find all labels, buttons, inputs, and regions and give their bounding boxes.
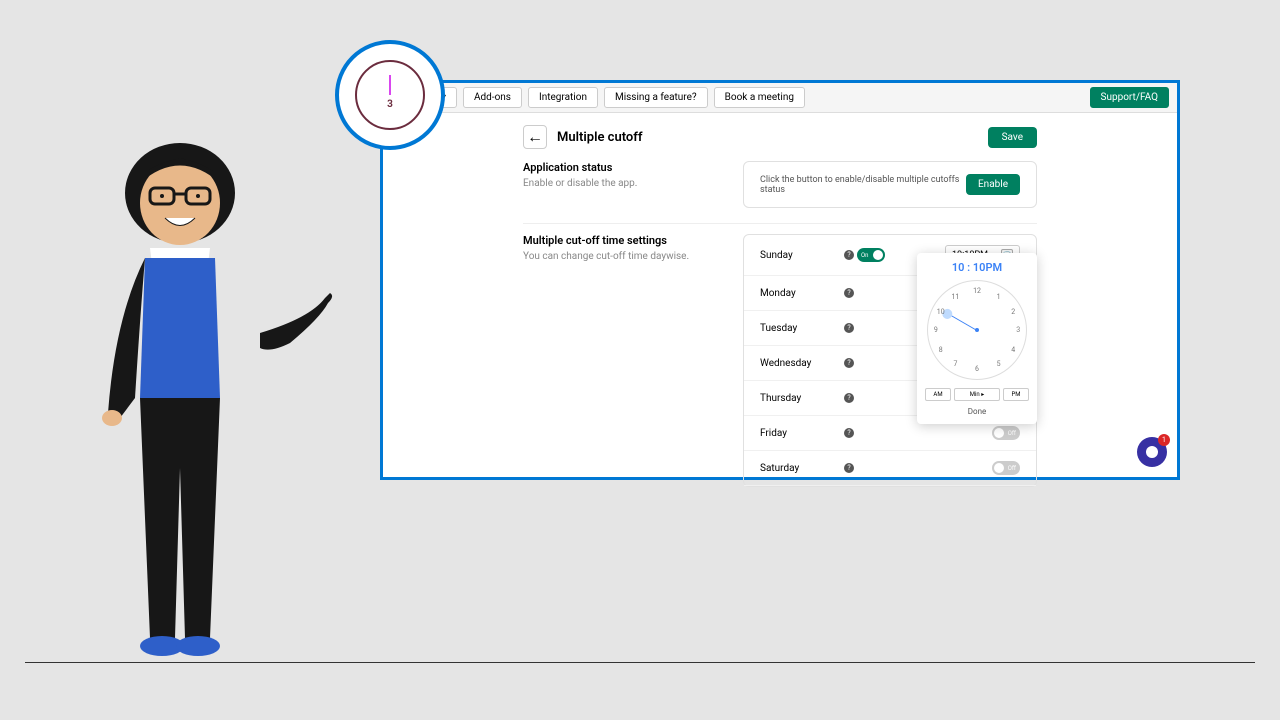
divider (523, 223, 1037, 224)
help-icon[interactable]: ? (844, 358, 854, 368)
day-name: Wednesday (760, 358, 840, 369)
day-toggle[interactable]: On (857, 248, 885, 262)
help-icon[interactable]: ? (844, 393, 854, 403)
help-icon[interactable]: ? (844, 463, 854, 473)
status-desc: Enable or disable the app. (523, 178, 703, 189)
day-name: Monday (760, 288, 840, 299)
help-icon[interactable]: ? (844, 288, 854, 298)
picker-time-display: 10 : 10PM (925, 261, 1029, 274)
status-card: Click the button to enable/disable multi… (743, 161, 1037, 208)
min-button[interactable]: Min ▸ (954, 388, 1000, 401)
chat-badge: 1 (1158, 434, 1170, 446)
character-illustration (90, 118, 350, 668)
day-name: Sunday (760, 250, 840, 261)
help-icon[interactable]: ? (844, 428, 854, 438)
support-button[interactable]: Support/FAQ (1090, 87, 1169, 108)
time-picker-popup: 10 : 10PM 121234567891011 AMMin ▸PM Done (917, 253, 1037, 424)
chat-widget[interactable]: 1 (1137, 437, 1167, 467)
save-button[interactable]: Save (988, 127, 1037, 148)
day-toggle[interactable]: Off (992, 461, 1020, 475)
day-name: Tuesday (760, 323, 840, 334)
app-window: Settings ▾ Add-ons Integration Missing a… (380, 80, 1180, 480)
stopwatch-icon: 3 (335, 40, 445, 150)
topbar: Settings ▾ Add-ons Integration Missing a… (383, 83, 1177, 113)
page-header: ← Multiple cutoff Save (383, 113, 1177, 161)
am-button[interactable]: AM (925, 388, 951, 401)
day-name: Saturday (760, 463, 840, 474)
day-name: Thursday (760, 393, 840, 404)
day-toggle[interactable]: Off (992, 426, 1020, 440)
status-title: Application status (523, 161, 703, 174)
picker-clock-face[interactable]: 121234567891011 (927, 280, 1027, 380)
page-title: Multiple cutoff (557, 130, 643, 145)
pm-button[interactable]: PM (1003, 388, 1029, 401)
day-name: Friday (760, 428, 840, 439)
done-button[interactable]: Done (925, 407, 1029, 416)
back-button[interactable]: ← (523, 125, 547, 149)
cutoff-desc: You can change cut-off time daywise. (523, 251, 703, 262)
enable-button[interactable]: Enable (966, 174, 1020, 195)
cutoff-title: Multiple cut-off time settings (523, 234, 703, 247)
missing-feature-button[interactable]: Missing a feature? (604, 87, 708, 108)
integration-button[interactable]: Integration (528, 87, 598, 108)
help-icon[interactable]: ? (844, 323, 854, 333)
addons-button[interactable]: Add-ons (463, 87, 522, 108)
book-meeting-button[interactable]: Book a meeting (714, 87, 805, 108)
day-row: Saturday? Off (744, 451, 1036, 486)
help-icon[interactable]: ? (844, 250, 854, 260)
